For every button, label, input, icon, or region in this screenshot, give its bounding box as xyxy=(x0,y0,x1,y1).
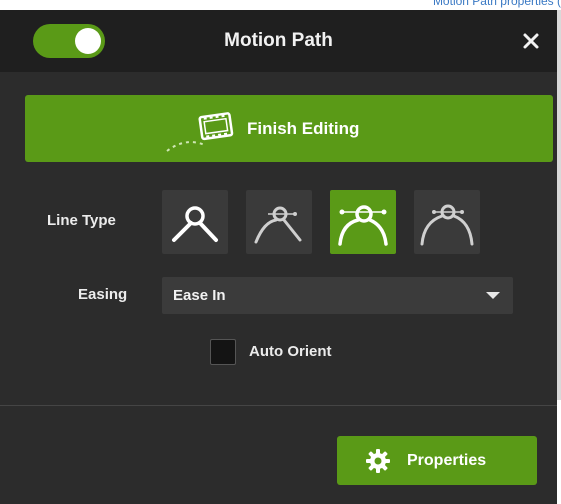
chevron-down-icon xyxy=(486,292,500,299)
easing-label: Easing xyxy=(78,286,128,303)
close-button[interactable] xyxy=(516,26,546,56)
line-type-angle-handles-icon xyxy=(254,206,302,244)
line-type-angle-button[interactable] xyxy=(162,190,228,254)
motion-path-panel: Motion Path Finish Editing Line Type Eas… xyxy=(0,10,557,504)
line-type-curve-handles-button[interactable] xyxy=(330,190,396,254)
line-type-label: Line Type xyxy=(47,212,116,229)
easing-dropdown[interactable]: Ease In xyxy=(162,277,513,314)
line-type-angle-handles-button[interactable] xyxy=(246,190,312,254)
line-type-curve-icon xyxy=(420,204,474,246)
filmstrip-path-icon xyxy=(166,112,234,152)
close-icon xyxy=(523,33,539,49)
finish-editing-button[interactable]: Finish Editing xyxy=(25,95,553,162)
top-strip: Motion Path properties ( xyxy=(0,0,561,10)
line-type-curve-button[interactable] xyxy=(414,190,480,254)
auto-orient-label: Auto Orient xyxy=(249,343,332,360)
gear-icon xyxy=(366,449,390,473)
panel-title: Motion Path xyxy=(224,30,333,51)
panel-header: Motion Path xyxy=(0,10,557,72)
top-strip-text: Motion Path properties ( xyxy=(432,0,561,8)
auto-orient-checkbox[interactable] xyxy=(210,339,236,365)
line-type-curve-handles-icon xyxy=(338,205,388,246)
divider xyxy=(0,405,557,406)
properties-label: Properties xyxy=(407,452,487,469)
scrollbar-thumb[interactable] xyxy=(557,10,561,400)
properties-button[interactable]: Properties xyxy=(337,436,537,485)
line-type-angle-icon xyxy=(172,206,218,242)
easing-value: Ease In xyxy=(173,287,226,304)
finish-editing-label: Finish Editing xyxy=(247,119,360,138)
